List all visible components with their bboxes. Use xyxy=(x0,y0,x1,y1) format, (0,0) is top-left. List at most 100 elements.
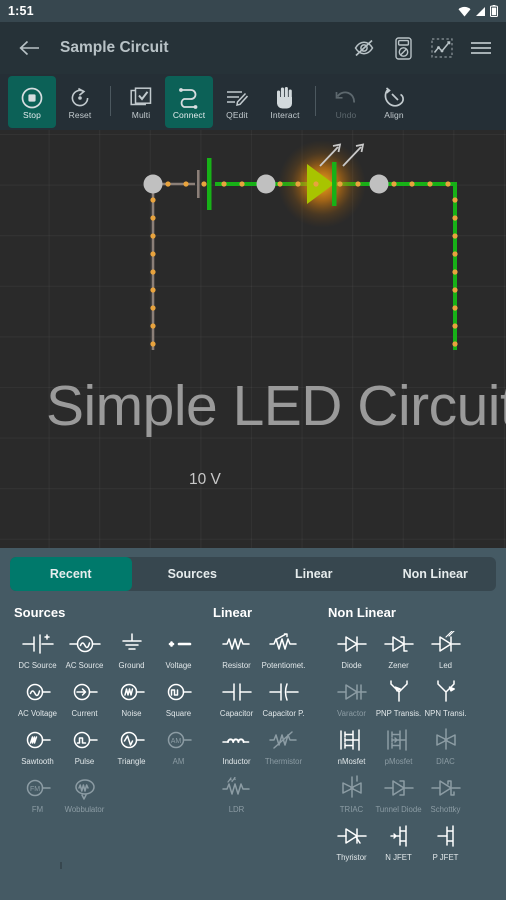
component-label: Schottky xyxy=(430,805,461,814)
app-root: 1:51 Sample Circuit Stop Reset Multi Con… xyxy=(0,0,506,900)
component-resistor[interactable]: Resistor xyxy=(213,628,260,670)
tool-align[interactable]: Align xyxy=(370,76,418,128)
component-triac[interactable]: TRIAC xyxy=(328,772,375,814)
component-varactor[interactable]: Varactor xyxy=(328,676,375,718)
component-label: Current xyxy=(71,709,98,718)
component-led[interactable]: Led xyxy=(422,628,469,670)
component-palette[interactable]: Sources DC Source AC Source Ground Voltage A… xyxy=(0,597,506,869)
component-diode-bridge[interactable]: Diode br. xyxy=(328,868,375,869)
component-pnp-transistor[interactable]: PNP Transis. xyxy=(375,676,422,718)
component-label: FM xyxy=(31,805,44,814)
diac-icon xyxy=(429,724,463,756)
palette-group-linear: Linear Resistor Potentiomet. Capacitor Capa… xyxy=(213,605,328,869)
component-schottky[interactable]: Schottky xyxy=(422,772,469,814)
component-capacitor[interactable]: Capacitor xyxy=(213,676,260,718)
component-label: Pulse xyxy=(74,757,95,766)
multimeter-icon[interactable] xyxy=(388,33,418,63)
component-voltage[interactable]: Voltage xyxy=(155,628,202,670)
hide-icon[interactable] xyxy=(349,33,379,63)
component-dc-source[interactable]: DC Source xyxy=(14,628,61,670)
npn-transistor-icon xyxy=(429,676,463,708)
tool-interact[interactable]: Interact xyxy=(261,76,309,128)
palette-tabs-container: Recent Sources Linear Non Linear xyxy=(0,548,506,597)
junction-node xyxy=(143,174,163,194)
app-bar: Sample Circuit xyxy=(0,22,506,74)
component-potentiometer[interactable]: Potentiomet. xyxy=(260,628,307,670)
component-label: N JFET xyxy=(385,853,412,862)
tool-qedit[interactable]: QEdit xyxy=(213,76,261,128)
component-n-jfet[interactable]: N JFET xyxy=(375,820,422,862)
component-sawtooth[interactable]: Sawtooth xyxy=(14,724,61,766)
junction-node xyxy=(369,174,389,194)
component-nmosfet[interactable]: nMosfet xyxy=(328,724,375,766)
component-label: Capacitor xyxy=(219,709,254,718)
component-zener[interactable]: Zener xyxy=(375,628,422,670)
tab-sources[interactable]: Sources xyxy=(132,557,254,591)
varactor-icon xyxy=(335,676,369,708)
svg-text:FM: FM xyxy=(29,786,39,793)
palette-group-non-linear: Non Linear Diode Zener Led Varactor PNP Tran… xyxy=(328,605,506,869)
align-icon xyxy=(383,85,405,109)
component-inductor[interactable]: Inductor xyxy=(213,724,260,766)
component-p-jfet[interactable]: P JFET xyxy=(422,820,469,862)
tab-recent[interactable]: Recent xyxy=(10,557,132,591)
component-label: Thyristor xyxy=(336,853,367,862)
component-wobbulator[interactable]: Wobbulator xyxy=(61,772,108,814)
component-current[interactable]: Current xyxy=(61,676,108,718)
tool-multi[interactable]: Multi xyxy=(117,76,165,128)
tool-reset[interactable]: Reset xyxy=(56,76,104,128)
component-fm[interactable]: FM FM xyxy=(14,772,61,814)
component-pmosfet[interactable]: pMosfet xyxy=(375,724,422,766)
menu-icon[interactable] xyxy=(466,33,496,63)
triangle-icon xyxy=(115,724,149,756)
component-am[interactable]: AM AM xyxy=(155,724,202,766)
page-title: Sample Circuit xyxy=(60,39,169,56)
component-label: Capacitor P. xyxy=(262,709,305,718)
component-label: Diode xyxy=(341,661,362,670)
status-icons xyxy=(458,5,498,17)
component-ac-voltage[interactable]: AC Voltage xyxy=(14,676,61,718)
component-label: PNP Transis. xyxy=(375,709,422,718)
component-diac[interactable]: DIAC xyxy=(422,724,469,766)
connect-icon xyxy=(177,85,201,109)
component-ground[interactable]: Ground xyxy=(108,628,155,670)
tunnel-diode-icon xyxy=(382,772,416,804)
tab-linear[interactable]: Linear xyxy=(253,557,375,591)
tool-undo[interactable]: Undo xyxy=(322,76,370,128)
nmosfet-icon xyxy=(335,724,369,756)
tab-non-linear[interactable]: Non Linear xyxy=(375,557,497,591)
component-noise[interactable]: Noise xyxy=(108,676,155,718)
pnp-transistor-icon xyxy=(382,676,416,708)
circuit-canvas[interactable]: Simple LED Circuit 10 V 1 kΩ xyxy=(0,130,506,548)
component-tunnel-diode[interactable]: Tunnel Diode xyxy=(375,772,422,814)
component-diode[interactable]: Diode xyxy=(328,628,375,670)
component-label: Zener xyxy=(388,661,409,670)
capacitor-icon xyxy=(220,676,254,708)
component-label: DC Source xyxy=(18,661,57,670)
qedit-icon xyxy=(226,85,248,109)
tool-stop[interactable]: Stop xyxy=(8,76,56,128)
component-square[interactable]: Square xyxy=(155,676,202,718)
component-npn-transistor[interactable]: NPN Transi. xyxy=(422,676,469,718)
component-thyristor[interactable]: Thyristor xyxy=(328,820,375,862)
tool-label: Stop xyxy=(23,109,41,120)
component-triangle[interactable]: Triangle xyxy=(108,724,155,766)
component-ac-source[interactable]: AC Source xyxy=(61,628,108,670)
interact-icon xyxy=(274,85,296,109)
graph-icon[interactable] xyxy=(427,33,457,63)
component-pulse[interactable]: Pulse xyxy=(61,724,108,766)
component-label: P JFET xyxy=(432,853,459,862)
component-thermistor[interactable]: Thermistor xyxy=(260,724,307,766)
component-label: AM xyxy=(172,757,185,766)
component-label: Triangle xyxy=(117,757,146,766)
back-button[interactable] xyxy=(10,29,48,67)
tool-connect[interactable]: Connect xyxy=(165,76,213,128)
component-ldr[interactable]: LDR xyxy=(213,772,260,814)
toolbar-divider xyxy=(110,86,111,116)
square-icon xyxy=(162,676,196,708)
potentiometer-icon xyxy=(267,628,301,660)
component-label: Resistor xyxy=(222,661,251,670)
inductor-icon xyxy=(220,724,254,756)
component-capacitor-p[interactable]: Capacitor P. xyxy=(260,676,307,718)
junction-node xyxy=(256,174,276,194)
